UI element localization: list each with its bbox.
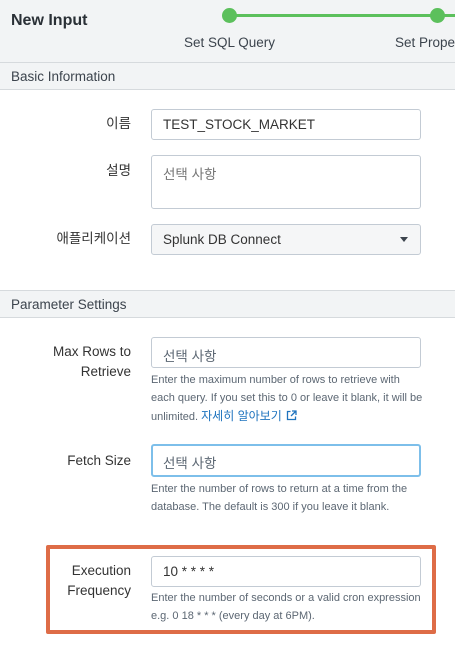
application-select[interactable]: Splunk DB Connect	[151, 224, 421, 255]
max-rows-input[interactable]: 선택 사항	[151, 337, 421, 368]
max-rows-label-line2: Retrieve	[80, 364, 131, 379]
application-label: 애플리케이션	[56, 231, 131, 246]
step-progress-line	[230, 14, 440, 17]
step-dot-sql-query[interactable]	[222, 8, 237, 23]
max-rows-label: Max Rows to Retrieve	[53, 342, 131, 382]
step-label-set-properties[interactable]: Set Prope	[395, 35, 455, 50]
execution-frequency-highlight-box	[46, 545, 436, 634]
section-title: Parameter Settings	[11, 297, 127, 312]
step-dot-set-properties[interactable]	[430, 8, 445, 23]
max-rows-help-text: Enter the maximum number of rows to retr…	[151, 371, 423, 426]
max-rows-label-line1: Max Rows to	[52, 344, 131, 359]
fetch-size-label: Fetch Size	[67, 453, 131, 468]
fetch-size-help-text: Enter the number of rows to return at a …	[151, 483, 408, 513]
name-label: 이름	[106, 116, 131, 131]
learn-more-link-text: 자세히 알아보기	[201, 409, 282, 423]
external-link-icon	[286, 410, 297, 421]
caret-down-icon	[400, 237, 408, 242]
step-label-sql-query[interactable]: Set SQL Query	[184, 35, 275, 50]
section-header-basic-information: Basic Information	[0, 62, 455, 90]
application-select-value: Splunk DB Connect	[163, 232, 281, 247]
wizard-header: New Input Set SQL Query Set Prope	[0, 0, 455, 63]
description-label: 설명	[106, 163, 131, 178]
page-title: New Input	[11, 12, 88, 29]
section-title: Basic Information	[11, 69, 116, 84]
fetch-size-input[interactable]: 선택 사항	[151, 444, 421, 477]
name-input[interactable]: TEST_STOCK_MARKET	[151, 109, 421, 140]
description-textarea[interactable]	[151, 155, 421, 209]
section-header-parameter-settings: Parameter Settings	[0, 290, 455, 318]
learn-more-link[interactable]: 자세히 알아보기	[201, 409, 297, 423]
